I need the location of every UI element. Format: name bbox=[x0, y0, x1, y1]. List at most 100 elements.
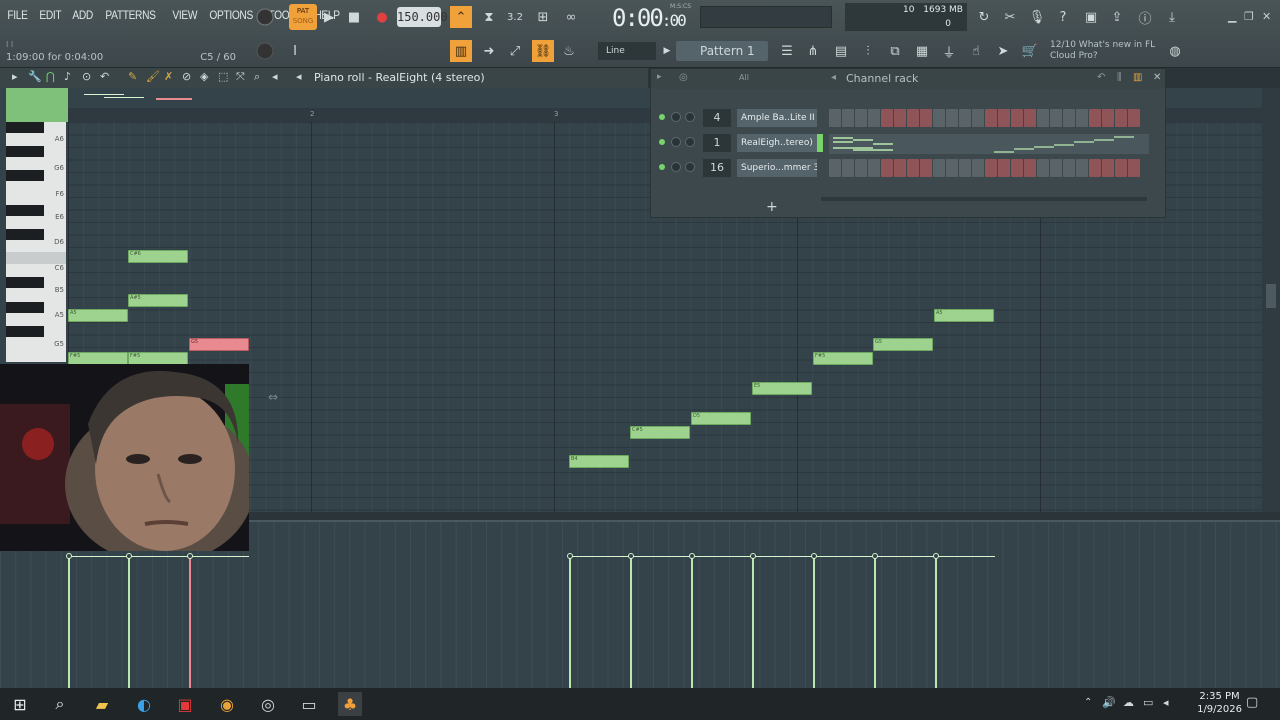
channel-mixer-track[interactable]: 1 bbox=[703, 134, 731, 152]
add-channel-button[interactable]: + bbox=[766, 199, 778, 215]
step-button[interactable] bbox=[1102, 109, 1114, 127]
channel-mixer-track[interactable]: 4 bbox=[703, 109, 731, 127]
draw-icon[interactable]: ⤢ bbox=[504, 40, 526, 62]
close-icon[interactable]: ✕ bbox=[1262, 10, 1271, 23]
clock[interactable]: 2:35 PM 1/9/2026 bbox=[1197, 690, 1242, 716]
piano-roll-icon[interactable]: ⋔ bbox=[802, 40, 824, 62]
wait-icon[interactable]: ⧗ bbox=[478, 6, 500, 28]
step-button[interactable] bbox=[829, 159, 841, 177]
channel-arrow-icon[interactable]: ◂ bbox=[296, 70, 302, 83]
pattern-selector[interactable]: Pattern 1 bbox=[676, 41, 768, 61]
chrome-icon[interactable]: ◉ bbox=[215, 692, 239, 716]
note[interactable]: G5 bbox=[873, 338, 933, 351]
plugin-database-icon[interactable]: ▦ bbox=[911, 40, 933, 62]
velocity-handle[interactable] bbox=[689, 553, 695, 559]
step-button[interactable] bbox=[907, 109, 919, 127]
countdown-icon[interactable]: 3.2 bbox=[504, 6, 526, 28]
step-button[interactable] bbox=[946, 159, 958, 177]
velocity-bar[interactable] bbox=[874, 558, 876, 688]
black-key[interactable] bbox=[6, 277, 44, 288]
step-button[interactable] bbox=[1011, 159, 1023, 177]
loop-icon[interactable]: ↶ bbox=[100, 70, 109, 83]
channel-mute-led[interactable] bbox=[659, 114, 665, 120]
step-button[interactable] bbox=[998, 109, 1010, 127]
speaker-icon[interactable]: ◂ bbox=[272, 70, 278, 83]
notification-icon[interactable]: ▢ bbox=[1246, 695, 1258, 710]
velocity-handle[interactable] bbox=[126, 553, 132, 559]
step-button[interactable] bbox=[920, 159, 932, 177]
velocity-handle[interactable] bbox=[567, 553, 573, 559]
step-button[interactable] bbox=[933, 159, 945, 177]
obs-icon[interactable]: ◎ bbox=[256, 692, 280, 716]
globe-icon[interactable]: ◍ bbox=[1164, 40, 1186, 62]
save-icon[interactable]: ▣ bbox=[1080, 6, 1102, 28]
note[interactable]: C#5 bbox=[630, 426, 690, 439]
step-button[interactable] bbox=[1024, 109, 1036, 127]
vertical-scrollbar[interactable] bbox=[1262, 88, 1280, 512]
cloud-icon[interactable]: ☁ bbox=[1123, 696, 1134, 709]
step-button[interactable] bbox=[881, 159, 893, 177]
cut-icon[interactable]: ✂ bbox=[999, 6, 1021, 28]
select-icon[interactable]: ⬚ bbox=[218, 70, 228, 83]
news-panel[interactable]: 12/10 What's new in FL Cloud Pro? bbox=[1050, 40, 1155, 62]
menu-file[interactable]: FILE bbox=[4, 8, 31, 22]
channel-select-indicator[interactable] bbox=[817, 134, 823, 152]
stop-icon[interactable]: ■ bbox=[343, 6, 365, 28]
menu-edit[interactable]: EDIT bbox=[36, 8, 65, 22]
step-button[interactable] bbox=[868, 109, 880, 127]
rack-scrollbar[interactable] bbox=[821, 197, 1147, 201]
undo-icon[interactable]: ↻ bbox=[973, 6, 995, 28]
touch-icon[interactable]: ☝ bbox=[965, 40, 987, 62]
step-button[interactable] bbox=[842, 109, 854, 127]
piano-keys-icon[interactable]: ▥ bbox=[450, 40, 472, 62]
pat-song-toggle[interactable]: PAT SONG bbox=[289, 4, 317, 30]
velocity-bar[interactable] bbox=[68, 558, 70, 688]
menu-arrow-icon[interactable]: ▸ bbox=[12, 70, 18, 83]
velocity-handle[interactable] bbox=[66, 553, 72, 559]
step-button[interactable] bbox=[1063, 109, 1075, 127]
menu-add[interactable]: ADD bbox=[69, 8, 96, 22]
velocity-handle[interactable] bbox=[811, 553, 817, 559]
microphone-icon[interactable]: 🎙 bbox=[1026, 6, 1048, 28]
velocity-bar-selected[interactable] bbox=[189, 558, 191, 688]
channel-volume-knob[interactable] bbox=[685, 137, 695, 147]
note[interactable]: E5 bbox=[752, 382, 812, 395]
channel-pan-knob[interactable] bbox=[671, 137, 681, 147]
step-button[interactable] bbox=[1089, 159, 1101, 177]
wrench-icon[interactable]: 🔧 bbox=[28, 70, 42, 83]
step-button[interactable] bbox=[1050, 159, 1062, 177]
black-key[interactable] bbox=[6, 170, 44, 181]
step-button[interactable] bbox=[959, 159, 971, 177]
step-button[interactable] bbox=[907, 159, 919, 177]
step-button[interactable] bbox=[829, 109, 841, 127]
magnifier-icon[interactable]: ⌕ bbox=[254, 70, 260, 84]
magnet-icon[interactable]: ⋂ bbox=[46, 70, 55, 83]
master-volume-knob[interactable] bbox=[254, 6, 276, 28]
step-button[interactable] bbox=[1024, 159, 1036, 177]
step-button[interactable] bbox=[1063, 159, 1075, 177]
piano-roll-title[interactable]: Piano roll - RealEight (4 stereo) bbox=[314, 71, 485, 84]
step-button[interactable] bbox=[920, 109, 932, 127]
step-button[interactable] bbox=[855, 109, 867, 127]
step-button[interactable] bbox=[1037, 159, 1049, 177]
delete-icon[interactable]: ✗ bbox=[164, 70, 173, 83]
pattern-prev-icon[interactable]: ▶ bbox=[656, 40, 678, 62]
play-icon[interactable]: ▶ bbox=[318, 6, 340, 28]
note[interactable]: C#6 bbox=[128, 250, 188, 263]
step-button[interactable] bbox=[972, 109, 984, 127]
channel-name[interactable]: RealEigh..tereo) bbox=[737, 134, 817, 152]
channel-name[interactable]: Ample Ba..Lite II bbox=[737, 109, 817, 127]
channel-rack-title[interactable]: Channel rack bbox=[846, 72, 918, 85]
channel-name[interactable]: Superio...mmer 3 bbox=[737, 159, 817, 177]
render-icon[interactable]: ⇪ bbox=[1106, 6, 1128, 28]
menu-view[interactable]: VIEW bbox=[169, 8, 201, 22]
step-button[interactable] bbox=[1011, 109, 1023, 127]
step-button[interactable] bbox=[1076, 109, 1088, 127]
piano-keyboard[interactable]: A6 G6 F6 E6 D6 C6 B5 A5 G5 bbox=[6, 122, 66, 362]
black-key[interactable] bbox=[6, 205, 44, 216]
rack-graph-icon[interactable]: ⫼ bbox=[1117, 72, 1122, 83]
note-selected[interactable]: G5 bbox=[189, 338, 249, 351]
menu-patterns[interactable]: PATTERNS bbox=[102, 8, 159, 22]
channel-mixer-track[interactable]: 16 bbox=[703, 159, 731, 177]
playlist-icon[interactable]: ☰ bbox=[776, 40, 798, 62]
